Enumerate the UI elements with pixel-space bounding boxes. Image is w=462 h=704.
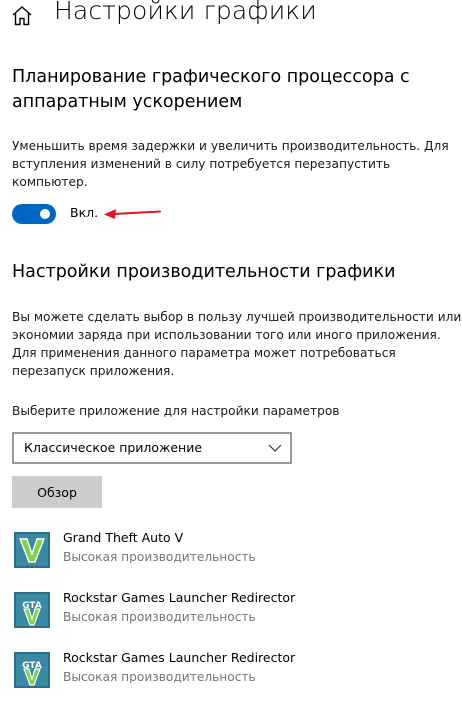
perf-desc-line1: Вы можете сделать выбор в пользу лучшей … xyxy=(12,310,462,324)
app-name: Grand Theft Auto V xyxy=(63,530,184,545)
perf-desc-line4: перезапуск приложения. xyxy=(12,364,175,378)
page-header: Настройки графики xyxy=(0,0,462,36)
red-arrow-annotation-icon xyxy=(104,209,161,219)
gta-v-icon xyxy=(14,532,50,568)
gpu-desc-line1: Уменьшить время задержки и увеличить про… xyxy=(12,139,449,153)
gta-v-icon: GTA xyxy=(14,592,50,628)
home-icon[interactable] xyxy=(10,4,34,28)
app-list-item[interactable]: GTA Rockstar Games Launcher Redirector В… xyxy=(12,648,452,696)
app-type-dropdown-value: Классическое приложение xyxy=(24,440,203,455)
perf-desc-line3: Для применения данного параметра может п… xyxy=(12,346,396,360)
app-name: Rockstar Games Launcher Redirector xyxy=(63,590,296,605)
gpu-scheduling-title-line2: аппаратным ускорением xyxy=(12,92,243,112)
app-type-dropdown[interactable]: Классическое приложение xyxy=(12,432,292,464)
performance-description: Вы можете сделать выбор в пользу лучшей … xyxy=(12,308,461,380)
app-list-item[interactable]: GTA Rockstar Games Launcher Redirector В… xyxy=(12,588,452,636)
app-list-item[interactable]: Grand Theft Auto V Высокая производитель… xyxy=(12,528,452,576)
hardware-scheduling-toggle[interactable] xyxy=(12,204,56,224)
gpu-scheduling-title: Планирование графического процессора с а… xyxy=(12,65,410,115)
gta-v-icon: GTA xyxy=(14,652,50,688)
toggle-state-label: Вкл. xyxy=(70,205,99,220)
toggle-knob xyxy=(40,209,50,219)
browse-button[interactable]: Обзор xyxy=(12,476,102,508)
perf-desc-line2: экономии заряда при использовании того и… xyxy=(12,328,441,342)
performance-title: Настройки производительности графики xyxy=(12,262,396,282)
gpu-scheduling-title-line1: Планирование графического процессора с xyxy=(12,67,410,87)
app-name: Rockstar Games Launcher Redirector xyxy=(63,650,296,665)
app-select-label: Выберите приложение для настройки параме… xyxy=(12,404,340,418)
page-title: Настройки графики xyxy=(54,0,317,25)
gpu-desc-line2: вступления изменений в силу потребуется … xyxy=(12,157,391,171)
gpu-desc-line3: компьютер. xyxy=(12,175,88,189)
app-preference: Высокая производительность xyxy=(63,550,256,564)
app-preference: Высокая производительность xyxy=(63,610,256,624)
chevron-down-icon xyxy=(268,444,282,452)
app-preference: Высокая производительность xyxy=(63,670,256,684)
gpu-scheduling-description: Уменьшить время задержки и увеличить про… xyxy=(12,137,449,191)
